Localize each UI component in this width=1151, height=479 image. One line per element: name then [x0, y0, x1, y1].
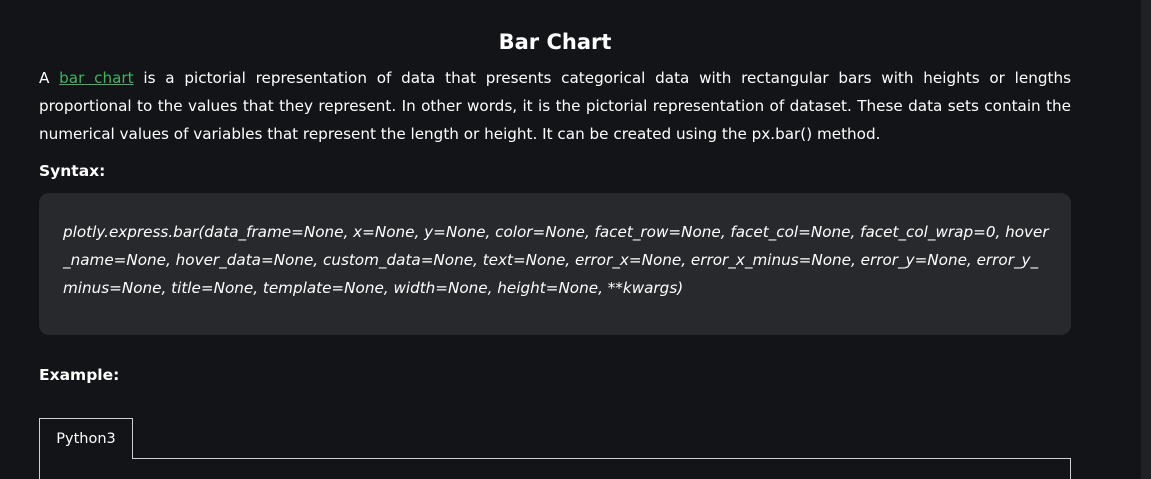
code-tabs: Python3: [39, 418, 1071, 479]
syntax-code-text: plotly.express.bar(data_frame=None, x=No…: [63, 223, 1049, 297]
scrollbar[interactable]: [1141, 0, 1151, 479]
tab-python3[interactable]: Python3: [39, 418, 133, 459]
page-title: Bar Chart: [498, 30, 612, 54]
code-tab-panel: [39, 458, 1071, 479]
syntax-code-block: plotly.express.bar(data_frame=None, x=No…: [39, 193, 1071, 335]
intro-suffix: is a pictorial representation of data th…: [39, 69, 1072, 143]
bar-chart-link[interactable]: bar chart: [59, 69, 133, 87]
example-heading: Example:: [39, 366, 120, 384]
intro-paragraph: A bar chart is a pictorial representatio…: [39, 64, 1071, 148]
intro-prefix: A: [39, 69, 60, 87]
page: Bar Chart A bar chart is a pictorial rep…: [0, 0, 1151, 479]
syntax-heading: Syntax:: [39, 162, 106, 180]
